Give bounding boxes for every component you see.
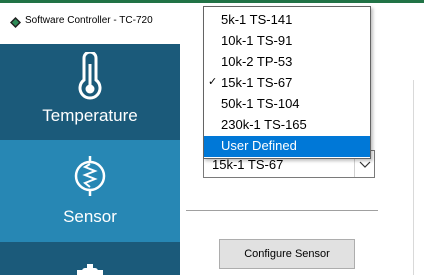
checkmark-icon: ✓ xyxy=(208,76,218,88)
sensor-type-dropdown-list: 5k-1 TS-141 10k-1 TS-91 10k-2 TP-53 ✓ 15… xyxy=(203,6,371,159)
dropdown-option[interactable]: 10k-2 TP-53 xyxy=(204,52,370,73)
thermistor-icon xyxy=(74,156,106,196)
sensor-type-value: 15k-1 TS-67 xyxy=(212,157,284,172)
thermometer-icon xyxy=(78,52,102,100)
dropdown-option-label: 50k-1 TS-104 xyxy=(221,96,300,111)
dropdown-option[interactable]: 5k-1 TS-141 xyxy=(204,10,370,31)
dropdown-option-label: 5k-1 TS-141 xyxy=(221,12,293,27)
nav-sensor[interactable]: Sensor xyxy=(0,140,180,242)
panel-separator xyxy=(413,80,414,275)
dropdown-option-selected[interactable]: ✓ 15k-1 TS-67 xyxy=(204,73,370,94)
sidebar: Temperature Sensor xyxy=(0,44,180,275)
app-icon xyxy=(10,17,21,28)
nav-sensor-label: Sensor xyxy=(63,207,117,226)
section-divider xyxy=(186,210,378,211)
dropdown-option-label: User Defined xyxy=(221,138,297,153)
dropdown-option[interactable]: 10k-1 TS-91 xyxy=(204,31,370,52)
dropdown-option-label: 10k-1 TS-91 xyxy=(221,33,293,48)
configure-sensor-button[interactable]: Configure Sensor xyxy=(219,239,355,269)
dropdown-option[interactable]: 230k-1 TS-165 xyxy=(204,115,370,136)
window-accent-line xyxy=(0,0,424,3)
dropdown-option-label: 230k-1 TS-165 xyxy=(221,117,307,132)
dropdown-option-label: 10k-2 TP-53 xyxy=(221,54,293,69)
nav-settings[interactable] xyxy=(0,242,180,275)
nav-temperature-label: Temperature xyxy=(42,106,138,125)
window-title: Software Controller - TC-720 xyxy=(25,15,153,26)
nav-temperature[interactable]: Temperature xyxy=(0,44,180,140)
dropdown-option-highlighted[interactable]: User Defined xyxy=(204,136,370,157)
dropdown-option[interactable]: 50k-1 TS-104 xyxy=(204,94,370,115)
dropdown-option-label: 15k-1 TS-67 xyxy=(221,75,293,90)
gear-icon xyxy=(77,264,103,275)
